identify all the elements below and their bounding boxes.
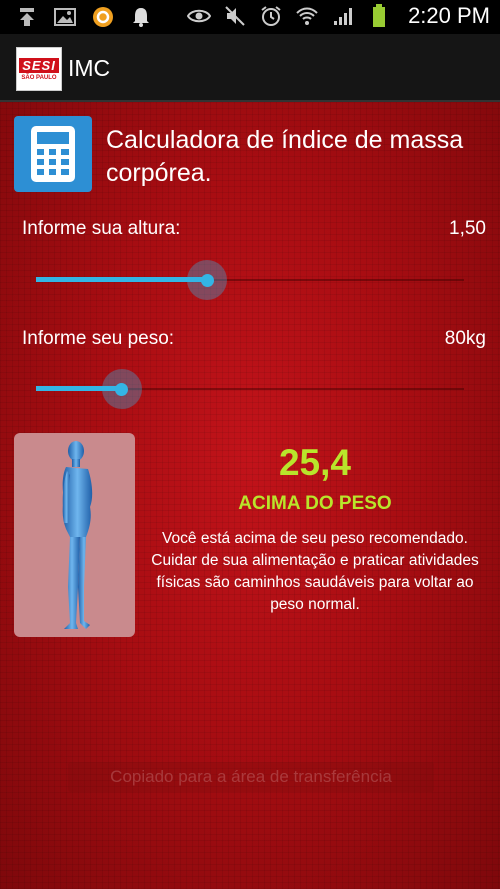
slider-fill xyxy=(36,277,208,282)
bell-icon xyxy=(128,4,154,30)
status-bar: 2:20 PM xyxy=(0,0,500,34)
body-figure-icon xyxy=(62,441,92,629)
weight-label: Informe seu peso: xyxy=(22,328,175,349)
body-figure xyxy=(14,433,135,637)
alarm-icon xyxy=(258,3,284,29)
bmi-classification: ACIMA DO PESO xyxy=(238,493,392,514)
main-content: Calculadora de índice de massa corpórea.… xyxy=(0,102,500,889)
sesi-logo[interactable]: SESI SÃO PAULO xyxy=(16,47,62,91)
height-label: Informe sua altura: xyxy=(22,218,181,239)
weight-slider[interactable] xyxy=(36,369,464,409)
battery-icon xyxy=(366,3,392,29)
eye-icon xyxy=(186,3,212,29)
app-notification-icon xyxy=(90,4,116,30)
system-icons: 2:20 PM xyxy=(186,3,490,29)
bmi-value: 25,4 xyxy=(278,442,351,483)
bmi-description: Você está acima de seu peso recomendado.… xyxy=(151,530,479,613)
action-bar: SESI SÃO PAULO IMC xyxy=(0,34,500,102)
slider-thumb[interactable] xyxy=(187,260,228,300)
toast-message: Copiado para a área de transferência xyxy=(68,762,434,792)
wifi-icon xyxy=(294,3,320,29)
height-slider[interactable] xyxy=(36,260,464,300)
signal-icon xyxy=(330,3,356,29)
app-title: IMC xyxy=(68,55,111,81)
page-title: Calculadora de índice de massa corpórea. xyxy=(106,126,464,187)
weight-value: 80kg xyxy=(444,328,486,349)
calculator-icon xyxy=(14,116,92,192)
logo-main-text: SESI xyxy=(19,57,59,73)
status-time: 2:20 PM xyxy=(408,3,490,28)
download-icon xyxy=(14,4,40,30)
notification-icons xyxy=(14,4,154,30)
logo-sub-text: SÃO PAULO xyxy=(21,74,57,81)
slider-thumb[interactable] xyxy=(101,369,142,409)
height-value: 1,50 xyxy=(449,218,486,239)
image-icon xyxy=(52,4,78,30)
mute-icon xyxy=(222,3,248,29)
